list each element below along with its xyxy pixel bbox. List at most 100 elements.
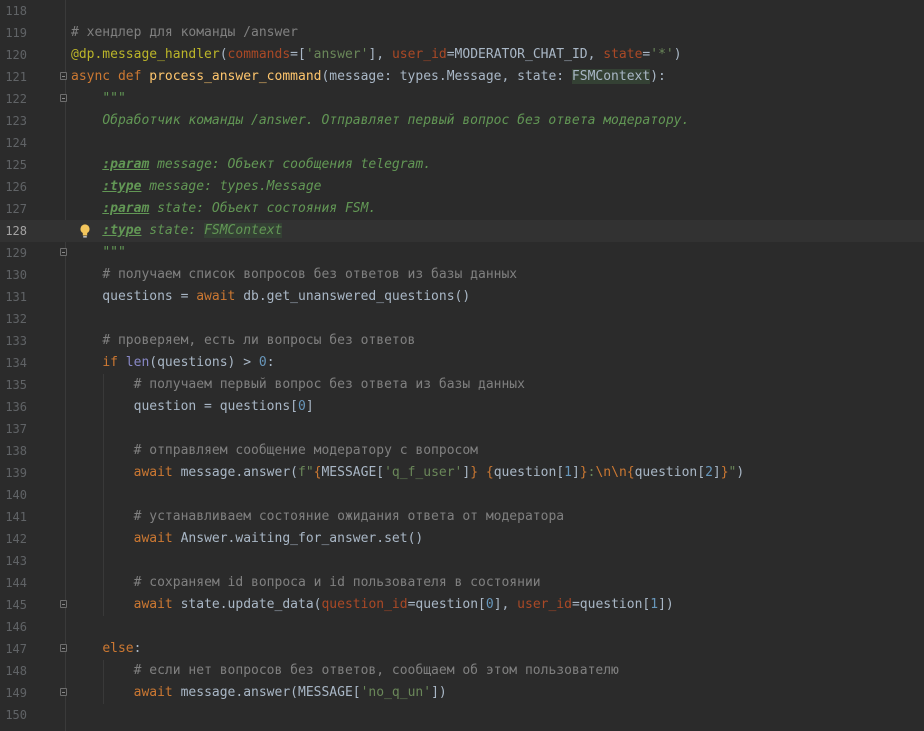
code-line[interactable]: 127 :param state: Объект состояния FSM.: [0, 198, 924, 220]
code-line[interactable]: 144 # сохраняем id вопроса и id пользова…: [0, 572, 924, 594]
code-line[interactable]: 140: [0, 484, 924, 506]
code-text[interactable]: :type message: types.Message: [71, 176, 321, 198]
fold-marker-icon[interactable]: [60, 72, 67, 80]
line-number: 123: [5, 114, 27, 128]
code-token: process_answer_command: [149, 69, 322, 84]
code-text[interactable]: await state.update_data(question_id=ques…: [71, 594, 674, 616]
code-token: if: [102, 355, 126, 370]
code-line[interactable]: 125 :param message: Объект сообщения tel…: [0, 154, 924, 176]
code-token: ): [736, 465, 745, 480]
code-token: """: [102, 245, 126, 260]
code-text[interactable]: await message.answer(MESSAGE['no_q_un']): [71, 682, 447, 704]
code-line[interactable]: 148 # если нет вопросов без ответов, соо…: [0, 660, 924, 682]
code-line[interactable]: 123 Обработчик команды /answer. Отправля…: [0, 110, 924, 132]
line-number: 129: [5, 246, 27, 260]
code-text[interactable]: await Answer.waiting_for_answer.set(): [71, 528, 424, 550]
code-text[interactable]: """: [71, 88, 126, 110]
code-line[interactable]: 119 # хендлер для команды /answer: [0, 22, 924, 44]
code-line[interactable]: 146: [0, 616, 924, 638]
code-text[interactable]: else:: [71, 638, 141, 660]
code-text[interactable]: question = questions[0]: [71, 396, 314, 418]
code-token: 1: [650, 597, 659, 612]
code-line[interactable]: 121 async def process_answer_command(mess…: [0, 66, 924, 88]
code-text[interactable]: # хендлер для команды /answer: [71, 22, 298, 44]
fold-marker-icon[interactable]: [60, 688, 67, 696]
code-line[interactable]: 133 # проверяем, есть ли вопросы без отв…: [0, 330, 924, 352]
code-line[interactable]: 134 if len(questions) > 0:: [0, 352, 924, 374]
fold-marker-icon[interactable]: [60, 600, 67, 608]
code-line[interactable]: 118: [0, 0, 924, 22]
code-text[interactable]: await message.answer(f" {MESSAGE['q_f_use…: [71, 462, 745, 484]
code-line[interactable]: 137: [0, 418, 924, 440]
code-text[interactable]: # получаем список вопросов без ответов и…: [71, 264, 517, 286]
code-token: ],: [368, 47, 392, 62]
code-token: user_id: [517, 597, 572, 612]
code-token: FSMContext: [204, 223, 283, 238]
code-editor[interactable]: 118 119 # хендлер для команды /answer 120 @d…: [0, 0, 924, 731]
code-text[interactable]: # проверяем, есть ли вопросы без ответов: [71, 330, 415, 352]
code-text[interactable]: # отправляем сообщение модератору с вопр…: [71, 440, 478, 462]
line-number: 131: [5, 290, 27, 304]
code-line[interactable]: 138 # отправляем сообщение модератору с …: [0, 440, 924, 462]
code-line[interactable]: 132: [0, 308, 924, 330]
code-text[interactable]: Обработчик команды /answer. Отправляет п…: [71, 110, 689, 132]
code-text[interactable]: async def process_answer_command(message…: [71, 66, 666, 88]
code-line[interactable]: 131 questions = await db.get_unanswered_…: [0, 286, 924, 308]
code-line[interactable]: 126 :type message: types.Message: [0, 176, 924, 198]
code-line[interactable]: 150: [0, 704, 924, 726]
code-line[interactable]: 149 await message.answer(MESSAGE['no_q_u…: [0, 682, 924, 704]
code-text[interactable]: """: [71, 242, 126, 264]
code-text[interactable]: questions = await db.get_unanswered_ques…: [71, 286, 470, 308]
code-token: ]): [431, 685, 447, 700]
code-token: state:: [141, 223, 205, 238]
code-line[interactable]: 141 # устанавливаем состояние ожидания о…: [0, 506, 924, 528]
line-number: 141: [5, 510, 27, 524]
fold-marker-icon[interactable]: [60, 94, 67, 102]
code-token: """: [102, 91, 126, 106]
code-line[interactable]: 130 # получаем список вопросов без ответ…: [0, 264, 924, 286]
code-line[interactable]: 135 # получаем первый вопрос без ответа …: [0, 374, 924, 396]
code-token: 0: [258, 355, 267, 370]
code-token: =question[: [407, 597, 486, 612]
code-text[interactable]: # если нет вопросов без ответов, сообщае…: [71, 660, 619, 682]
line-number: 126: [5, 180, 27, 194]
code-text[interactable]: # устанавливаем состояние ожидания ответ…: [71, 506, 564, 528]
code-token: message.answer(MESSAGE[: [172, 685, 361, 700]
fold-marker-icon[interactable]: [60, 248, 67, 256]
code-text[interactable]: :param state: Объект состояния FSM.: [71, 198, 376, 220]
line-number: 132: [5, 312, 27, 326]
code-line[interactable]: 147 else:: [0, 638, 924, 660]
code-line[interactable]: 122 """: [0, 88, 924, 110]
line-number: 124: [5, 136, 27, 150]
code-line[interactable]: 142 await Answer.waiting_for_answer.set(…: [0, 528, 924, 550]
code-token: ]): [658, 597, 674, 612]
code-line[interactable]: 139 await message.answer(f" {MESSAGE['q_f…: [0, 462, 924, 484]
line-number: 120: [5, 48, 27, 62]
code-text[interactable]: # сохраняем id вопроса и id пользователя…: [71, 572, 541, 594]
code-line[interactable]: 124: [0, 132, 924, 154]
code-line[interactable]: 129 """: [0, 242, 924, 264]
fold-marker-icon[interactable]: [60, 644, 67, 652]
code-text[interactable]: :type state: FSMContext: [71, 220, 283, 242]
code-text[interactable]: @dp.message_handler(commands=['answer'],…: [71, 44, 682, 66]
line-number: 122: [5, 92, 27, 106]
line-number: 121: [5, 70, 27, 84]
code-text[interactable]: if len(questions) > 0:: [71, 352, 274, 374]
line-number: 145: [5, 598, 27, 612]
code-line[interactable]: 145 await state.update_data(question_id=…: [0, 594, 924, 616]
line-number: 135: [5, 378, 27, 392]
code-text[interactable]: # получаем первый вопрос без ответа из б…: [71, 374, 525, 396]
code-token: :type: [102, 223, 142, 238]
code-line[interactable]: 143: [0, 550, 924, 572]
code-line[interactable]: 120 @dp.message_handler(commands=['answer…: [0, 44, 924, 66]
code-line[interactable]: 128 :type state: FSMContext: [0, 220, 924, 242]
code-line[interactable]: 136 question = questions[0]: [0, 396, 924, 418]
code-text[interactable]: :param message: Объект сообщения telegra…: [71, 154, 431, 176]
